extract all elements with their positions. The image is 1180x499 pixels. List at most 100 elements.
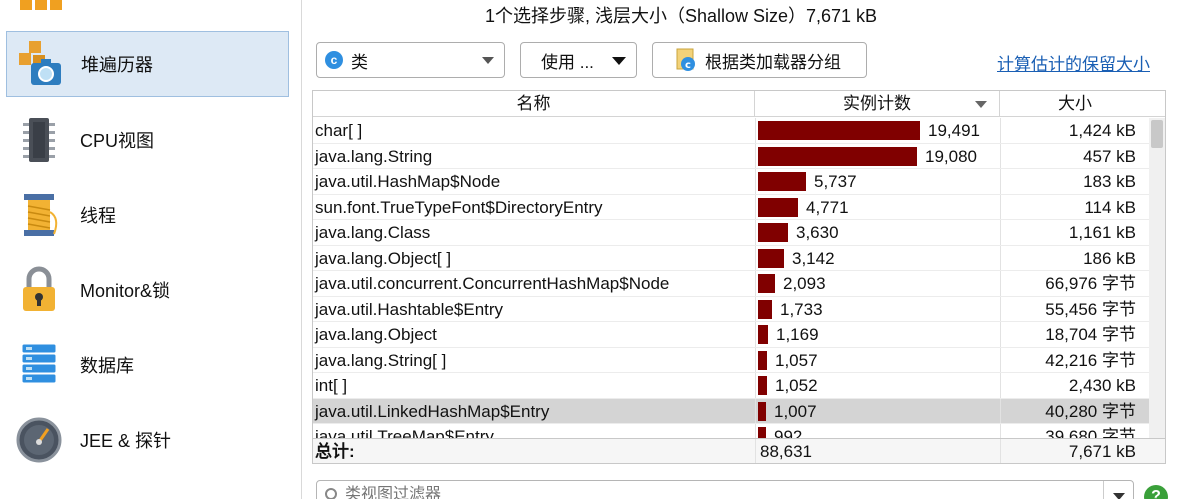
table-body: char[ ] 19,491 1,424 kB java.lang.String 19,… <box>313 118 1151 438</box>
table-row[interactable]: sun.font.TrueTypeFont$DirectoryEntry 4,77… <box>313 194 1151 220</box>
class-name-cell: java.util.HashMap$Node <box>315 172 501 191</box>
class-name-cell: java.util.concurrent.ConcurrentHashMap$N… <box>315 274 670 293</box>
count-bar <box>758 223 788 242</box>
total-row: 总计: 88,631 7,671 kB <box>313 438 1165 463</box>
instance-count-cell: 1,169 <box>755 322 1000 348</box>
count-bar <box>758 427 766 438</box>
class-filter-box <box>316 480 1134 499</box>
instance-count-cell: 2,093 <box>755 271 1000 297</box>
instance-count-cell: 1,007 <box>755 398 1000 424</box>
count-value: 3,142 <box>792 248 835 268</box>
table-row[interactable]: java.util.concurrent.ConcurrentHashMap$N… <box>313 271 1151 297</box>
table-row[interactable]: java.util.TreeMap$Entry 992 39,680 字节 <box>313 424 1151 438</box>
class-name-cell: int[ ] <box>315 376 348 395</box>
cpu-chip-icon <box>14 115 64 165</box>
size-cell: 55,456 字节 <box>1000 296 1150 322</box>
table-row[interactable]: char[ ] 19,491 1,424 kB <box>313 118 1151 144</box>
sidebar-item-label: 数据库 <box>80 356 134 376</box>
class-name-cell: java.util.LinkedHashMap$Entry <box>315 401 550 421</box>
chevron-down-icon <box>1113 493 1125 499</box>
class-c-icon: c <box>325 51 343 69</box>
count-value: 1,052 <box>775 376 818 395</box>
count-bar <box>758 146 917 166</box>
sidebar-item-label: 线程 <box>80 206 116 226</box>
size-cell: 1,161 kB <box>1000 220 1150 246</box>
table-row[interactable]: int[ ] 1,052 2,430 kB <box>313 373 1151 399</box>
column-header-name[interactable]: 名称 <box>313 91 755 117</box>
selection-summary: 1个选择步骤, 浅层大小（Shallow Size）7,671 kB <box>484 6 878 26</box>
size-cell: 2,430 kB <box>1000 373 1150 399</box>
table-row[interactable]: java.lang.Object 1,169 18,704 字节 <box>313 322 1151 348</box>
count-value: 1,007 <box>774 401 817 421</box>
class-name-cell: java.util.Hashtable$Entry <box>315 299 504 319</box>
classloader-icon: c <box>676 48 695 71</box>
sidebar-item-5[interactable]: JEE & 探针 <box>6 407 289 473</box>
class-name-cell: java.util.TreeMap$Entry <box>315 427 494 438</box>
database-icon <box>14 340 64 390</box>
help-icon[interactable]: ? <box>1144 485 1168 499</box>
table-row[interactable]: java.lang.Object[ ] 3,142 186 kB <box>313 245 1151 271</box>
calculate-retained-size-link[interactable]: 计算估计的保留大小 <box>997 50 1150 75</box>
column-header-count-label: 实例计数 <box>843 94 911 113</box>
size-cell: 1,424 kB <box>1000 118 1150 144</box>
scrollbar-thumb[interactable] <box>1151 120 1163 148</box>
size-cell: 66,976 字节 <box>1000 271 1150 297</box>
count-value: 19,080 <box>925 146 977 166</box>
count-value: 5,737 <box>814 172 857 191</box>
class-name-cell: java.lang.String <box>315 146 433 166</box>
count-bar <box>758 401 766 421</box>
table-row[interactable]: java.lang.String[ ] 1,057 42,216 字节 <box>313 347 1151 373</box>
vertical-scrollbar[interactable] <box>1149 118 1165 438</box>
total-label: 总计: <box>315 442 355 461</box>
svg-text:c: c <box>685 60 691 71</box>
sidebar-item-4[interactable]: 数据库 <box>6 332 289 398</box>
count-bar <box>758 325 768 344</box>
sidebar-item-0[interactable]: 堆遍历器 <box>6 31 289 97</box>
count-bar <box>758 248 784 268</box>
class-name-cell: char[ ] <box>315 121 363 140</box>
count-bar <box>758 274 775 293</box>
class-name-cell: sun.font.TrueTypeFont$DirectoryEntry <box>315 197 603 217</box>
count-bar <box>758 376 767 395</box>
table-row[interactable]: java.util.Hashtable$Entry 1,733 55,456 字节 <box>313 296 1151 322</box>
count-value: 4,771 <box>806 197 849 217</box>
gauge-icon <box>14 415 64 465</box>
column-header-count[interactable]: 实例计数 <box>755 91 1000 117</box>
filter-history-dropdown[interactable] <box>1103 481 1133 499</box>
table-row[interactable]: java.util.LinkedHashMap$Entry 1,007 40,280… <box>313 398 1151 424</box>
sidebar-item-label: 堆遍历器 <box>81 55 153 75</box>
count-value: 2,093 <box>783 274 826 293</box>
view-mode-dropdown[interactable]: c 类 <box>316 42 505 78</box>
group-by-classloader-button[interactable]: c 根据类加载器分组 <box>652 42 867 78</box>
sidebar-item-3[interactable]: Monitor&锁 <box>6 257 289 323</box>
instance-count-cell: 1,733 <box>755 296 1000 322</box>
count-value: 1,169 <box>776 325 819 344</box>
class-name-cell: java.lang.Object[ ] <box>315 248 452 268</box>
class-name-cell: java.lang.Class <box>315 223 431 242</box>
instance-count-cell: 19,491 <box>755 118 1000 144</box>
instance-count-cell: 5,737 <box>755 169 1000 195</box>
count-bar <box>758 299 772 319</box>
table-row[interactable]: java.util.HashMap$Node 5,737 183 kB <box>313 169 1151 195</box>
app-logo-icon <box>20 0 62 10</box>
total-size: 7,671 kB <box>1000 439 1150 463</box>
instance-count-cell: 3,630 <box>755 220 1000 246</box>
sidebar-item-label: CPU视图 <box>80 131 155 151</box>
sidebar-item-2[interactable]: 线程 <box>6 182 289 248</box>
size-cell: 42,216 字节 <box>1000 347 1150 373</box>
count-value: 1,057 <box>775 350 818 370</box>
table-row[interactable]: java.lang.Class 3,630 1,161 kB <box>313 220 1151 246</box>
chevron-down-icon <box>612 57 626 65</box>
table-row[interactable]: java.lang.String 19,080 457 kB <box>313 143 1151 169</box>
sidebar-item-1[interactable]: CPU视图 <box>6 107 289 173</box>
use-button[interactable]: 使用 ... <box>520 42 637 78</box>
view-mode-label: 类 <box>351 52 368 72</box>
app-window: 堆遍历器 CPU视图线程 Monitor&锁数据库 JEE & 探针 1个选择步骤, … <box>0 0 1180 499</box>
count-value: 992 <box>774 427 803 438</box>
lock-icon <box>14 265 64 315</box>
column-header-size[interactable]: 大小 <box>1000 91 1150 117</box>
class-filter-input[interactable] <box>345 485 1085 499</box>
group-button-label: 根据类加载器分组 <box>705 52 841 72</box>
size-cell: 40,280 字节 <box>1000 398 1150 424</box>
sidebar-item-label: JEE & 探针 <box>80 431 172 451</box>
